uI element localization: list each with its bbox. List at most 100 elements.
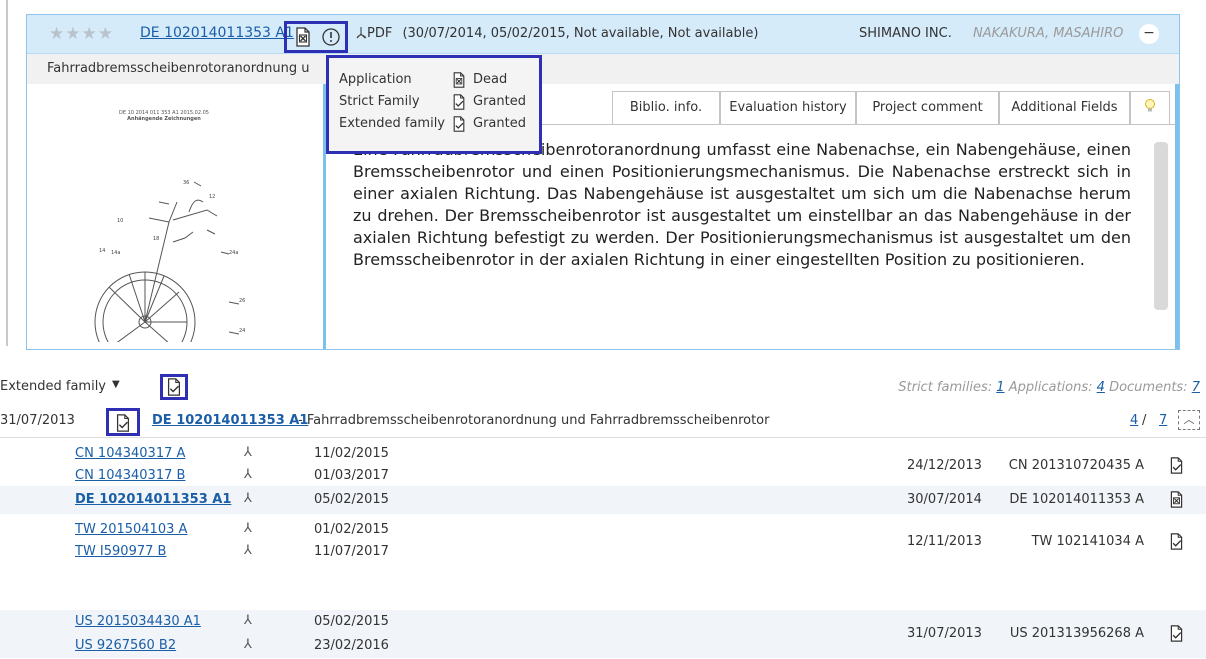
collapse-card-button[interactable]: − [1139, 24, 1159, 44]
pdf-icon[interactable]: ⅄ [244, 445, 252, 460]
page-current-link[interactable]: 4 [1130, 413, 1138, 428]
strict-families-count[interactable]: 1 [996, 380, 1004, 395]
publication-link[interactable]: CN 104340317 B [75, 468, 185, 483]
drawing-caption-2: Anhängende Zeichnungen [127, 116, 201, 122]
documents-label: Documents: [1109, 380, 1188, 395]
publication-link[interactable]: TW I590977 B [75, 544, 166, 559]
family-counts: Strict families: 1 Applications: 4 Docum… [898, 380, 1200, 395]
svg-text:26: 26 [239, 298, 245, 304]
strict-families-label: Strict families: [898, 380, 993, 395]
alert-circle-icon[interactable] [321, 27, 341, 47]
group-publication-link[interactable]: DE 102014011353 A1 [152, 413, 308, 428]
owner-name: SHIMANO INC. [859, 26, 952, 41]
abstract-scrollbar[interactable] [1154, 142, 1168, 310]
tab-biblio-info[interactable]: Biblio. info. [612, 91, 720, 124]
application-date: 24/12/2013 [907, 458, 982, 473]
publication-date: 23/02/2016 [314, 638, 389, 653]
svg-text:36: 36 [183, 180, 189, 186]
application-number: TW 102141034 A [1031, 534, 1144, 549]
dead-doc-icon[interactable] [293, 26, 313, 48]
rating-stars[interactable]: ★★★★ [49, 24, 114, 44]
svg-text:14: 14 [99, 248, 105, 254]
publication-link[interactable]: CN 104340317 A [75, 446, 185, 461]
application-date: 31/07/2013 [907, 626, 982, 641]
granted-doc-icon[interactable] [114, 413, 132, 433]
card-dates: (30/07/2014, 05/02/2015, Not available, … [402, 26, 759, 41]
publication-link[interactable]: DE 102014011353 A1 [140, 25, 294, 41]
pdf-icon[interactable]: ⅄ [244, 543, 252, 558]
family-group-row: 31/07/2013 DE 102014011353 A1 - Fahrradb… [0, 405, 1206, 438]
drawing-pane[interactable]: DE 10 2014 011 353 A1 2015.02.05 Anhänge… [27, 84, 323, 349]
patent-title: Fahrradbremsscheibenrotoranordnung u [47, 61, 310, 76]
publication-link[interactable]: DE 102014011353 A1 [75, 492, 231, 507]
tab-tips[interactable] [1130, 91, 1170, 124]
family-row: DE 102014011353 A1 ⅄ 05/02/2015 30/07/20… [0, 486, 1206, 514]
page-separator: / [1142, 413, 1147, 428]
svg-text:24: 24 [239, 328, 245, 334]
family-selector[interactable]: Extended family [0, 379, 106, 394]
dead-doc-icon [453, 72, 465, 88]
card-right-border [1175, 84, 1179, 349]
dead-doc-icon [1170, 491, 1183, 508]
applications-label: Applications: [1008, 380, 1093, 395]
pdf-icon[interactable]: ⅄ [244, 637, 252, 652]
tab-project-comment[interactable]: Project comment [856, 91, 999, 124]
pdf-icon[interactable] [355, 26, 367, 39]
granted-doc-icon [453, 116, 465, 132]
lightbulb-icon [1145, 99, 1155, 112]
applications-count[interactable]: 4 [1097, 380, 1105, 395]
popup-status: Dead [473, 72, 508, 87]
abstract-panel: Eine Fahrradbremsscheibenrotoranordnung … [326, 124, 1179, 349]
publication-date: 05/02/2015 [314, 492, 389, 507]
family-row: CN 104340317 A ⅄ 11/02/2015 CN 104340317… [0, 442, 1206, 486]
popup-label: Extended family [339, 116, 445, 131]
drawing-caption: DE 10 2014 011 353 A1 2015.02.05 Anhänge… [109, 110, 219, 122]
page-total-link[interactable]: 7 [1159, 413, 1167, 428]
publication-date: 11/02/2015 [314, 446, 389, 461]
pdf-icon[interactable]: ⅄ [244, 467, 252, 482]
publication-link[interactable]: TW 201504103 A [75, 522, 187, 537]
pdf-icon[interactable]: ⅄ [244, 491, 252, 506]
family-status-highlight [160, 374, 188, 400]
popup-status: Granted [473, 94, 526, 109]
svg-text:10: 10 [117, 218, 123, 224]
application-number: DE 102014011353 A [1009, 492, 1144, 507]
svg-text:24a: 24a [229, 250, 238, 256]
publication-date: 01/03/2017 [314, 468, 389, 483]
application-number: US 201313956268 A [1009, 626, 1144, 641]
popup-label: Application [339, 72, 412, 87]
pdf-icon[interactable]: ⅄ [244, 521, 252, 536]
publication-date: 05/02/2015 [314, 614, 389, 629]
status-popup: Application Dead Strict Family Granted E… [326, 55, 542, 154]
publication-link[interactable]: US 2015034430 A1 [75, 614, 201, 629]
left-divider [6, 0, 8, 346]
patent-card: ★★★★ DE 102014011353 A1 PDF (30/07/2014,… [26, 14, 1180, 350]
popup-label: Strict Family [339, 94, 420, 109]
svg-text:18: 18 [153, 236, 159, 242]
granted-doc-icon [1170, 625, 1183, 642]
granted-doc-icon [1170, 457, 1183, 474]
tab-evaluation-history[interactable]: Evaluation history [720, 91, 856, 124]
publication-date: 11/07/2017 [314, 544, 389, 559]
bicycle-drawing: 36 12 10 18 14 14a 24a 26 24 [94, 180, 245, 342]
chevron-down-icon[interactable]: ▼ [112, 379, 120, 390]
popup-status: Granted [473, 116, 526, 131]
application-date: 12/11/2013 [907, 534, 982, 549]
publication-date: 01/02/2015 [314, 522, 389, 537]
family-header: Extended family ▼ Strict families: 1 App… [0, 374, 1206, 400]
chevron-up-icon[interactable]: ︿ [1178, 410, 1200, 430]
publication-link[interactable]: US 9267560 B2 [75, 638, 176, 653]
group-date: 31/07/2013 [0, 413, 75, 428]
tab-additional-fields[interactable]: Additional Fields [999, 91, 1130, 124]
svg-text:12: 12 [209, 194, 215, 200]
application-date: 30/07/2014 [907, 492, 982, 507]
family-row: TW 201504103 A ⅄ 01/02/2015 TW I590977 B… [0, 518, 1206, 562]
group-status-highlight [106, 408, 140, 436]
pdf-icon[interactable]: ⅄ [244, 613, 252, 628]
granted-doc-icon[interactable] [165, 377, 183, 397]
group-title: - Fahrradbremsscheibenrotoranordnung und… [298, 413, 770, 428]
documents-count[interactable]: 7 [1192, 380, 1200, 395]
pdf-label[interactable]: PDF [367, 26, 392, 41]
abstract-text: Eine Fahrradbremsscheibenrotoranordnung … [353, 140, 1131, 269]
family-row-us: US 2015034430 A1 ⅄ 05/02/2015 US 9267560… [0, 610, 1206, 658]
